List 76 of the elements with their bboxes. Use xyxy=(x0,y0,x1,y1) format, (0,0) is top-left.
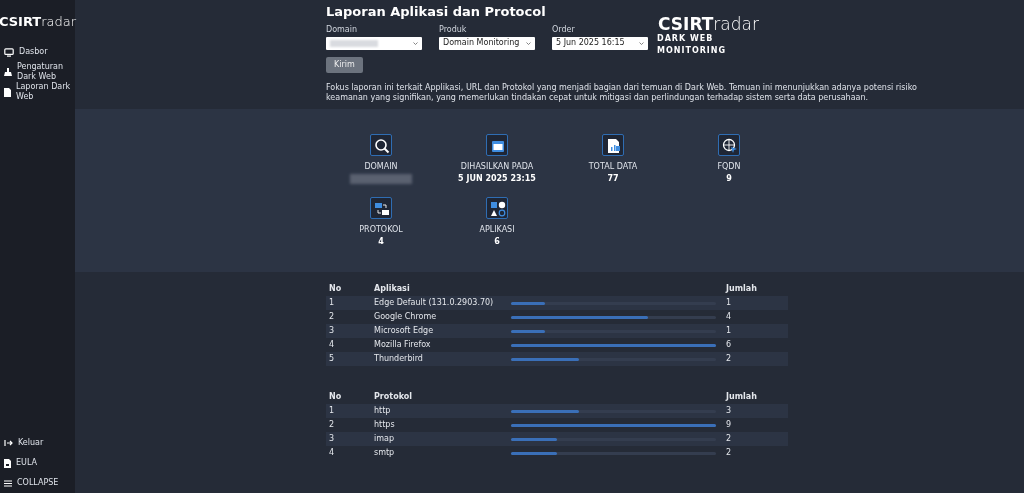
stat-label: TOTAL DATA xyxy=(588,161,638,174)
table-cell-text: Mozilla Firefox xyxy=(374,339,432,352)
table-cell-text: 3 xyxy=(329,433,336,446)
stat-value: 5 JUN 2025 23:15 xyxy=(458,173,536,186)
column-header: No xyxy=(329,283,343,296)
column-header: Aplikasi xyxy=(374,283,411,296)
field-label: Order xyxy=(552,23,576,36)
table-cell-text: 3 xyxy=(329,325,336,338)
monitor-icon xyxy=(4,47,14,57)
document-icon xyxy=(4,458,11,468)
stat-value: 77 xyxy=(607,173,619,186)
page-title: Laporan Aplikasi dan Protocol xyxy=(326,3,547,21)
stat-value: 4 xyxy=(378,236,384,249)
table-cell-text: 2 xyxy=(726,447,733,460)
caret-icon xyxy=(526,41,531,45)
globe-cursor-icon xyxy=(718,134,740,157)
table-cell-text: http xyxy=(374,405,392,418)
table-cell-text: Microsoft Edge xyxy=(374,325,435,338)
table-cell-text: 2 xyxy=(726,433,733,446)
logo: CSIRTradar xyxy=(0,14,77,28)
table-cell-text: 4 xyxy=(329,447,336,460)
table-cell-text: 1 xyxy=(726,325,733,338)
stamp-icon xyxy=(4,67,12,77)
stat-value: 9 xyxy=(726,173,732,186)
menu-icon xyxy=(4,479,12,487)
table-cell-text: Google Chrome xyxy=(374,311,438,324)
stat-label: FQDN xyxy=(717,161,741,174)
table-cell-text: 1 xyxy=(329,405,336,418)
table-cell-text: 5 xyxy=(329,353,336,366)
magnifier-icon xyxy=(370,134,392,157)
sidebar-item[interactable]: Dasbor xyxy=(0,42,75,62)
table-cell-text: 1 xyxy=(726,297,733,310)
field-label: Produk xyxy=(439,23,468,36)
table-cell-text: https xyxy=(374,419,396,432)
table-cell-text: Thunderbird xyxy=(374,353,424,366)
column-header: Protokol xyxy=(374,391,413,404)
sidebar-item[interactable]: Pengaturan Dark Web xyxy=(0,62,75,82)
table-cell-text: 4 xyxy=(726,311,733,324)
sidebar-item[interactable]: Keluar xyxy=(0,433,75,453)
logo: CSIRTradar DARK WEB MONITORING xyxy=(657,16,760,57)
table-cell-text: imap xyxy=(374,433,395,446)
select-field[interactable]: Domain Monitoring xyxy=(439,36,535,50)
description-text: Fokus laporan ini terkait Applikasi, URL dan Protokol yang menjadi bagian dari temuan di Dark Web. Temuan ini menunjukkan adanya potensi risiko keamanan yang signifikan, yang memerlukan tindakan cepat untuk mitigasi dan perlindungan terhadap sistem serta data perusahaan. xyxy=(326,82,918,105)
document-icon xyxy=(4,87,11,97)
select-field[interactable]: 5 Jun 2025 16:15 xyxy=(552,36,648,50)
stat-label: DIHASILKAN PADA xyxy=(460,161,534,174)
linked-blocks-icon xyxy=(370,197,392,220)
table-cell-text: smtp xyxy=(374,447,396,460)
stat-label: APLIKASI xyxy=(479,224,515,237)
sidebar-item[interactable]: COLLAPSE xyxy=(0,473,75,493)
select-field[interactable] xyxy=(326,36,422,50)
sidebar-item[interactable]: Laporan Dark Web xyxy=(0,82,75,102)
caret-icon xyxy=(413,41,418,45)
submit-button[interactable]: Kirim xyxy=(326,56,363,73)
table-cell-text: 1 xyxy=(329,297,336,310)
logout-icon xyxy=(4,439,13,447)
column-header: Jumlah xyxy=(726,283,758,296)
table-cell-text: 2 xyxy=(329,419,336,432)
table-cell-text: 2 xyxy=(329,311,336,324)
sidebar-item[interactable]: EULA xyxy=(0,453,75,473)
field-label: Domain xyxy=(326,23,359,36)
chart-document-icon xyxy=(602,134,624,157)
shapes-icon xyxy=(486,197,508,220)
stat-label: PROTOKOL xyxy=(359,224,403,237)
column-header: Jumlah xyxy=(726,391,758,404)
caret-icon xyxy=(639,41,644,45)
stat-label: DOMAIN xyxy=(364,161,398,174)
table-cell-text: Edge Default (131.0.2903.70) xyxy=(374,297,495,310)
table-cell-text: 9 xyxy=(726,419,733,432)
calendar-icon xyxy=(486,134,508,157)
table-cell-text: 3 xyxy=(726,405,733,418)
stat-value: 6 xyxy=(494,236,500,249)
table-cell-text: 4 xyxy=(329,339,336,352)
table-cell-text: 6 xyxy=(726,339,733,352)
column-header: No xyxy=(329,391,343,404)
table-cell-text: 2 xyxy=(726,353,733,366)
